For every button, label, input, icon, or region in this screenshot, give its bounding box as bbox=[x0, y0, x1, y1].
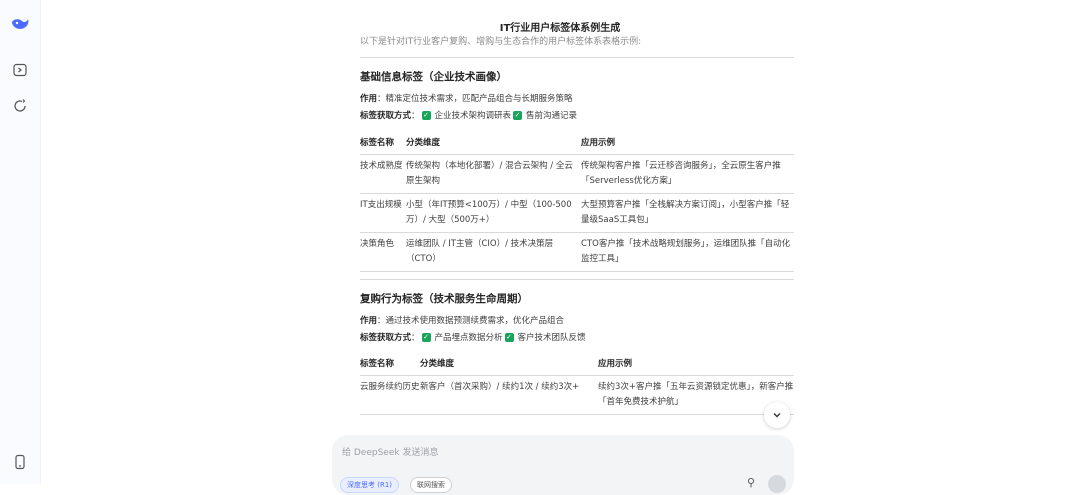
table-cell: 技术成熟度 bbox=[360, 161, 403, 171]
page-title: IT行业用户标签体系例生成 bbox=[499, 23, 621, 34]
deepseek-whale-icon[interactable] bbox=[10, 16, 30, 32]
message-composer[interactable]: 给 DeepSeek 发送消息 深度思考 (R1) 联网搜索 ⚲ bbox=[332, 435, 794, 495]
method-line: 标签获取方式 ： ✓ 产品埋点数据分析 ✓ 客户技术团队反馈 bbox=[360, 331, 794, 343]
table-row: 云服务续约历史 新客户（首次采购）/ 续约1次 / 续约3次+ 续约3次+客户推… bbox=[360, 376, 794, 415]
checkmark-icon: ✓ bbox=[513, 110, 523, 120]
role-text: ：通过技术使用数据预测续费需求，优化产品组合 bbox=[377, 316, 565, 326]
table-cell: 决策角色 bbox=[360, 239, 395, 249]
method-label: 标签获取方式 bbox=[360, 333, 412, 343]
send-button[interactable] bbox=[768, 475, 786, 493]
sidebar bbox=[0, 0, 41, 484]
role-label: 作用 bbox=[360, 94, 378, 104]
checkmark-icon: ✓ bbox=[504, 332, 514, 342]
column-header: 分类维度 bbox=[420, 359, 455, 369]
attach-icon[interactable]: ⚲ bbox=[747, 476, 755, 489]
table-cell: CTO客户推「技术战略规划服务」，运维团队推「自动化监控工具」 bbox=[581, 239, 791, 264]
mobile-app-icon[interactable] bbox=[12, 454, 28, 470]
message-input[interactable]: 给 DeepSeek 发送消息 bbox=[342, 445, 438, 458]
table-cell: 传统架构（本地化部署）/ 混合云架构 / 全云原生架构 bbox=[406, 161, 573, 186]
scroll-to-bottom-button[interactable] bbox=[764, 402, 790, 428]
table-cell: 传统架构客户推「云迁移咨询服务」，全云原生客户推「Serverless优化方案」 bbox=[581, 161, 781, 186]
table-cell: 大型预算客户推「全栈解决方案订阅」，小型客户推「轻量级SaaS工具包」 bbox=[581, 200, 790, 225]
divider bbox=[360, 57, 794, 58]
new-chat-icon[interactable] bbox=[12, 98, 28, 114]
intro-text: 以下是针对IT行业客户复购、增购与生态合作的用户标签体系表格示例: bbox=[360, 37, 642, 47]
checkmark-icon: ✓ bbox=[421, 332, 431, 342]
table-row: 决策角色 运维团队 / IT主管（CIO）/ 技术决策层（CTO） CTO客户推… bbox=[360, 233, 794, 272]
table-cell: 小型（年IT预算<100万）/ 中型（100-500万）/ 大型（500万+） bbox=[406, 200, 572, 225]
column-header: 应用示例 bbox=[598, 359, 633, 369]
method-separator: ： bbox=[411, 333, 420, 343]
role-line: 作用 ：精准定位技术需求，匹配产品组合与长期服务策略 bbox=[360, 92, 794, 104]
deep-think-toggle[interactable]: 深度思考 (R1) bbox=[340, 477, 400, 493]
table-cell: IT支出规模 bbox=[360, 200, 402, 210]
divider bbox=[360, 279, 794, 280]
table-row: IT支出规模 小型（年IT预算<100万）/ 中型（100-500万）/ 大型（… bbox=[360, 194, 794, 233]
table-row: 技术成熟度 传统架构（本地化部署）/ 混合云架构 / 全云原生架构 传统架构客户… bbox=[360, 155, 794, 194]
column-header: 标签名称 bbox=[360, 138, 395, 148]
method-label: 标签获取方式 bbox=[360, 111, 412, 121]
table-cell: 云服务续约历史 bbox=[360, 382, 420, 392]
method-item: 售前沟通记录 bbox=[526, 111, 578, 121]
method-separator: ： bbox=[411, 111, 420, 121]
method-item: 产品埋点数据分析 bbox=[434, 333, 503, 343]
method-line: 标签获取方式 ： ✓ 企业技术架构调研表 ✓ 售前沟通记录 bbox=[360, 109, 794, 121]
role-text: ：精准定位技术需求，匹配产品组合与长期服务策略 bbox=[377, 94, 573, 104]
checkmark-icon: ✓ bbox=[421, 110, 431, 120]
table-cell: 新客户（首次采购）/ 续约1次 / 续约3次+ bbox=[420, 382, 580, 392]
message-content: 以下是针对IT行业客户复购、增购与生态合作的用户标签体系表格示例: 基础信息标签… bbox=[360, 34, 794, 415]
method-item: 企业技术架构调研表 bbox=[434, 111, 512, 121]
table-cell: 运维团队 / IT主管（CIO）/ 技术决策层（CTO） bbox=[406, 239, 554, 264]
tag-table: 标签名称 分类维度 应用示例 技术成熟度 传统架构（本地化部署）/ 混合云架构 … bbox=[360, 132, 794, 272]
chevron-down-icon bbox=[773, 413, 781, 418]
tag-table: 标签名称 分类维度 应用示例 云服务续约历史 新客户（首次采购）/ 续约1次 /… bbox=[360, 353, 794, 415]
column-header: 应用示例 bbox=[581, 138, 616, 148]
table-header-row: 标签名称 分类维度 应用示例 bbox=[360, 132, 794, 155]
role-line: 作用 ：通过技术使用数据预测续费需求，优化产品组合 bbox=[360, 314, 794, 326]
section-heading: 复购行为标签（技术服务生命周期） bbox=[360, 293, 528, 305]
section-heading: 基础信息标签（企业技术画像） bbox=[360, 71, 507, 83]
web-search-toggle[interactable]: 联网搜索 bbox=[410, 477, 452, 493]
method-item: 客户技术团队反馈 bbox=[517, 333, 586, 343]
column-header: 标签名称 bbox=[360, 359, 395, 369]
column-header: 分类维度 bbox=[406, 138, 441, 148]
role-label: 作用 bbox=[360, 316, 378, 326]
table-header-row: 标签名称 分类维度 应用示例 bbox=[360, 353, 794, 376]
sidebar-toggle-icon[interactable] bbox=[12, 62, 28, 78]
